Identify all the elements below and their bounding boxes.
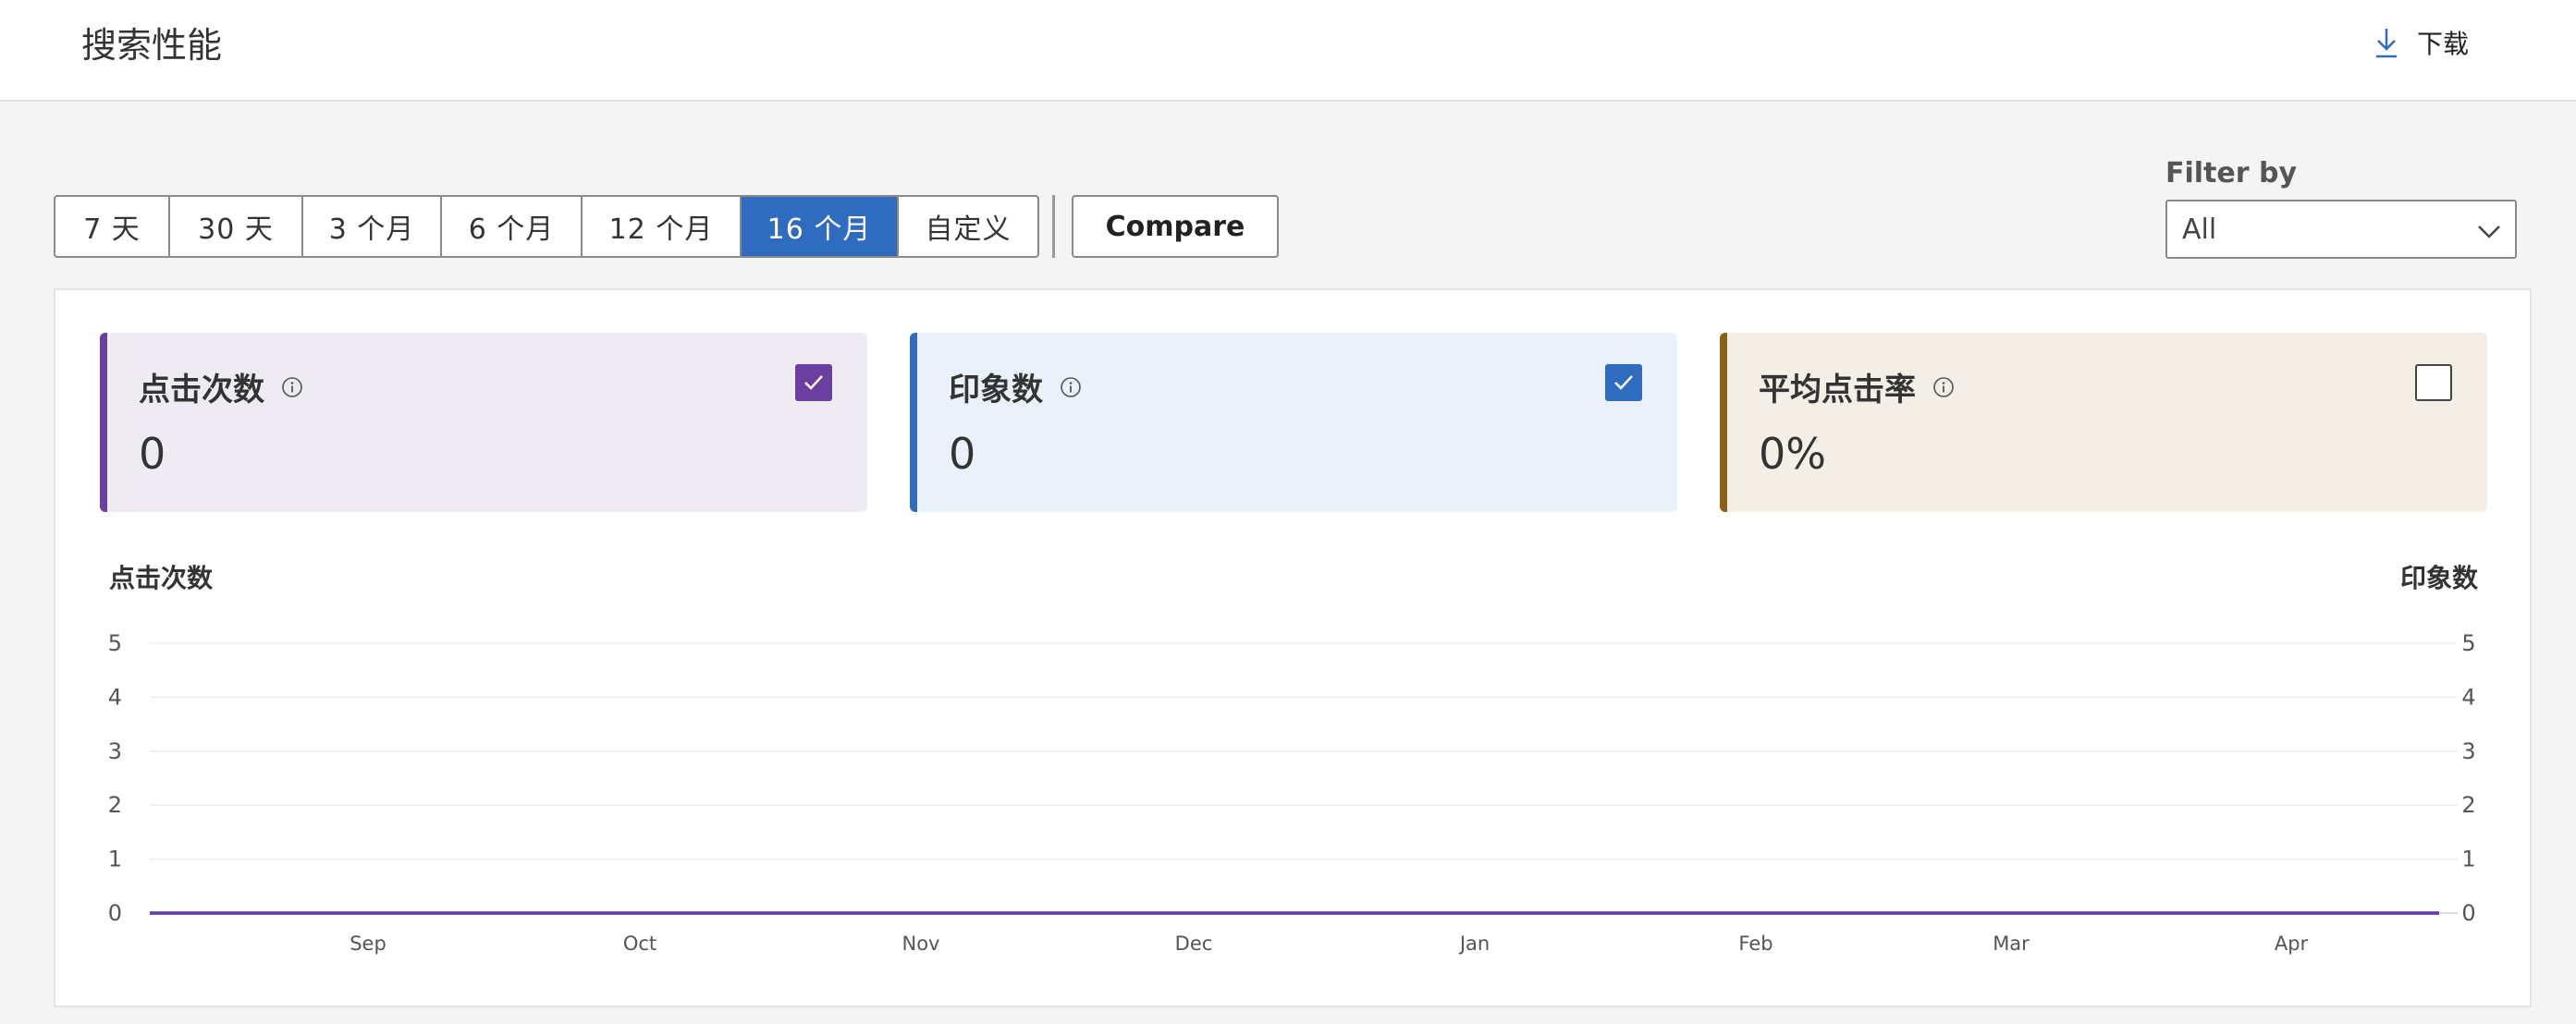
y-tick-right: 3 [2461, 738, 2475, 764]
y-tick-right: 1 [2461, 847, 2475, 872]
y-tick-left: 5 [108, 630, 122, 656]
download-button[interactable]: 下载 [2373, 24, 2469, 61]
y-tick-left: 1 [108, 847, 122, 872]
x-tick: Apr [2275, 933, 2309, 955]
y-tick-right: 5 [2461, 630, 2475, 656]
y-tick-left: 0 [108, 900, 122, 926]
performance-panel: 点击次数 0 印象数 0 平均点击率 0% 点击次数 印象数 0 0 1 1 2… [54, 288, 2532, 1007]
range-3-months[interactable]: 3 个月 [303, 197, 442, 256]
page-title: 搜索性能 [81, 25, 223, 66]
range-6-months[interactable]: 6 个月 [442, 197, 583, 256]
range-16-months[interactable]: 16 个月 [742, 197, 899, 256]
filter-value: All [2182, 213, 2217, 246]
filter-select[interactable]: All [2165, 200, 2517, 259]
x-tick: Jan [1458, 933, 1490, 955]
x-tick: Mar [1993, 933, 2030, 955]
y-tick-right: 4 [2461, 684, 2475, 710]
download-label: 下载 [2417, 29, 2470, 59]
compare-button[interactable]: Compare [1072, 195, 1279, 258]
download-icon [2376, 29, 2397, 58]
page-header: 搜索性能 下载 [0, 0, 2576, 102]
toolbar-divider [1052, 195, 1055, 258]
x-tick: Dec [1175, 933, 1213, 955]
x-tick: Feb [1738, 933, 1773, 955]
range-custom[interactable]: 自定义 [899, 197, 1037, 256]
performance-chart: 0 0 1 1 2 2 3 3 4 4 5 5 Sep Oct Nov Dec Jan Feb Mar Apr [108, 630, 2476, 955]
x-tick: Sep [350, 933, 386, 955]
x-tick: Oct [623, 933, 656, 955]
y-tick-left: 3 [108, 738, 122, 764]
date-range-selector: 7 天 30 天 3 个月 6 个月 12 个月 16 个月 自定义 [54, 195, 1039, 258]
range-30-days[interactable]: 30 天 [170, 197, 303, 256]
range-12-months[interactable]: 12 个月 [583, 197, 742, 256]
y-tick-right: 0 [2461, 900, 2475, 926]
y-tick-right: 2 [2461, 792, 2475, 818]
y-tick-left: 4 [108, 684, 122, 710]
y-tick-left: 2 [108, 792, 122, 818]
range-7-days[interactable]: 7 天 [55, 197, 170, 256]
x-tick: Nov [902, 933, 940, 955]
filter-label: Filter by [2165, 157, 2298, 189]
chevron-down-icon [2478, 226, 2500, 238]
